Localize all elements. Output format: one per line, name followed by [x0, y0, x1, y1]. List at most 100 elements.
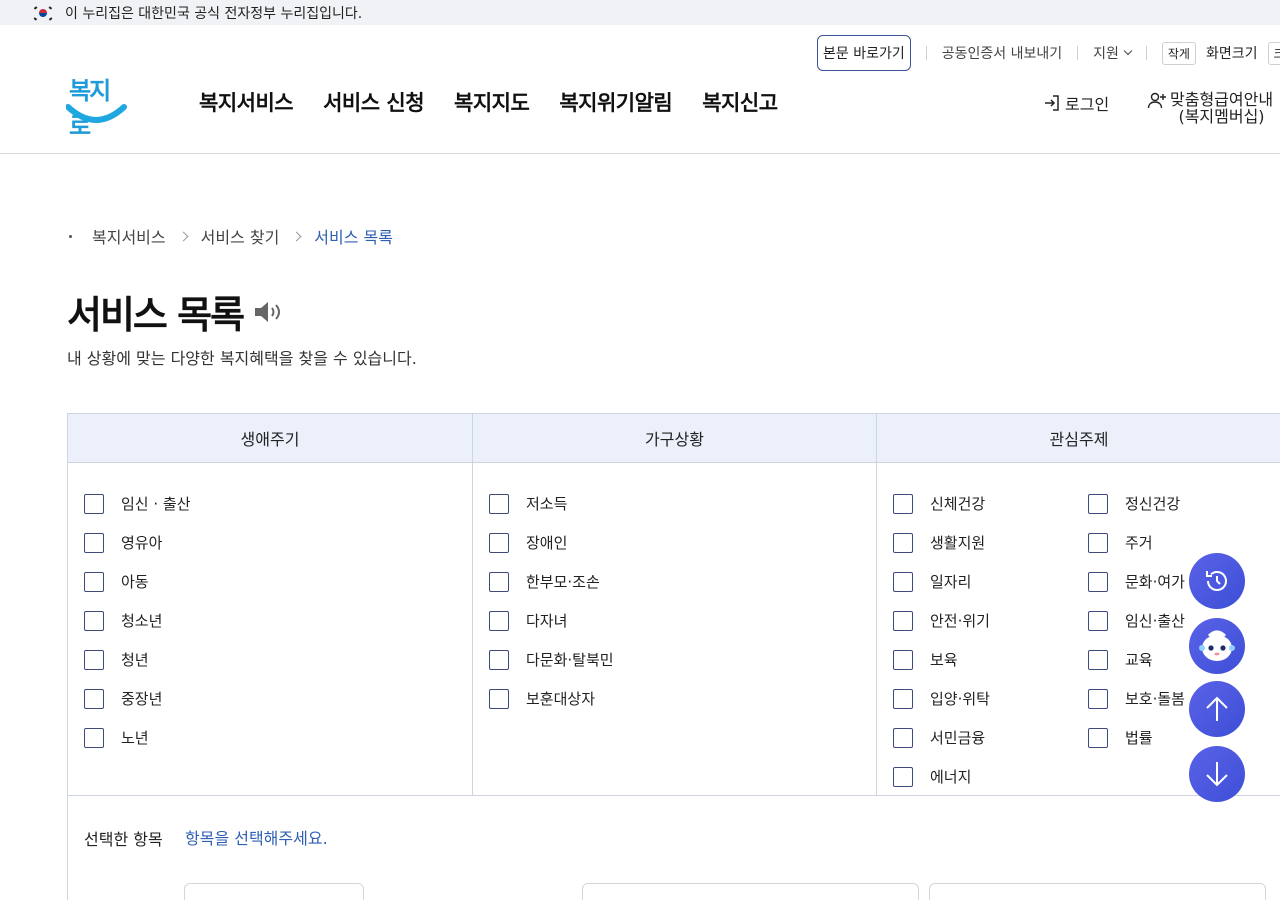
select-box[interactable]: [582, 883, 919, 900]
font-large-button[interactable]: 크게: [1267, 41, 1280, 65]
option-label: 정신건강: [1125, 495, 1181, 513]
filter-option[interactable]: 다자녀: [489, 610, 567, 631]
checkbox[interactable]: [893, 688, 913, 709]
membership-link[interactable]: 맞춤형급여안내 (복지멤버십): [1147, 91, 1273, 125]
option-label: 보호·돌봄: [1125, 690, 1185, 708]
filter-option[interactable]: 입양·위탁: [893, 688, 990, 709]
checkbox[interactable]: [84, 610, 104, 631]
divider: [925, 46, 927, 60]
site-logo[interactable]: 복지로: [66, 73, 128, 140]
recent-history-button[interactable]: [1189, 553, 1245, 609]
checkbox[interactable]: [1088, 649, 1108, 670]
filter-option[interactable]: 정신건강: [1088, 493, 1180, 514]
filter-option[interactable]: 영유아: [84, 532, 162, 553]
checkbox[interactable]: [489, 493, 509, 514]
checkbox[interactable]: [893, 610, 913, 631]
site-header: 본문 바로가기 공동인증서 내보내기 지원 작게 화면크기 크게 복지로 복지서…: [0, 25, 1280, 154]
filter-option[interactable]: 아동: [84, 571, 149, 592]
option-label: 서민금융: [930, 729, 986, 747]
filter-option[interactable]: 저소득: [489, 493, 567, 514]
filter-option[interactable]: 한부모·조손: [489, 571, 600, 592]
nav-welfare-report[interactable]: 복지신고: [702, 87, 778, 117]
option-label: 저소득: [526, 495, 568, 513]
checkbox[interactable]: [84, 493, 104, 514]
filter-option[interactable]: 법률: [1088, 727, 1153, 748]
checkbox[interactable]: [1088, 727, 1108, 748]
option-label: 임신·출산: [1125, 612, 1185, 630]
checkbox[interactable]: [489, 610, 509, 631]
checkbox[interactable]: [84, 532, 104, 553]
checkbox[interactable]: [489, 532, 509, 553]
checkbox[interactable]: [1088, 610, 1108, 631]
filter-option[interactable]: 청소년: [84, 610, 162, 631]
checkbox[interactable]: [893, 532, 913, 553]
filter-option[interactable]: 보훈대상자: [489, 688, 595, 709]
checkbox[interactable]: [1088, 493, 1108, 514]
checkbox[interactable]: [84, 727, 104, 748]
option-label: 노년: [121, 729, 149, 747]
filter-option[interactable]: 보호·돌봄: [1088, 688, 1185, 709]
filter-option[interactable]: 중장년: [84, 688, 162, 709]
filter-option[interactable]: 장애인: [489, 532, 567, 553]
option-label: 안전·위기: [930, 612, 990, 630]
checkbox[interactable]: [1088, 688, 1108, 709]
speaker-icon[interactable]: [253, 299, 283, 325]
select-box[interactable]: [184, 883, 364, 900]
filter-option[interactable]: 생활지원: [893, 532, 985, 553]
option-label: 보훈대상자: [526, 690, 596, 708]
checkbox[interactable]: [1088, 532, 1108, 553]
membership-line2: (복지멤버십): [1178, 107, 1265, 126]
option-label: 장애인: [526, 534, 568, 552]
filter-option[interactable]: 에너지: [893, 766, 971, 787]
checkbox[interactable]: [489, 688, 509, 709]
checkbox[interactable]: [1088, 571, 1108, 592]
checkbox[interactable]: [893, 493, 913, 514]
checkbox[interactable]: [489, 649, 509, 670]
support-menu[interactable]: 지원: [1093, 43, 1133, 63]
nav-welfare-map[interactable]: 복지지도: [454, 87, 530, 117]
checkbox[interactable]: [893, 649, 913, 670]
filter-option[interactable]: 청년: [84, 649, 149, 670]
checkbox[interactable]: [84, 688, 104, 709]
filter-option[interactable]: 임신·출산: [1088, 610, 1185, 631]
option-label: 입양·위탁: [930, 690, 990, 708]
checkbox[interactable]: [893, 571, 913, 592]
filter-option[interactable]: 신체건강: [893, 493, 985, 514]
filter-option[interactable]: 문화·여가: [1088, 571, 1185, 592]
page-title-wrap: 서비스 목록: [67, 284, 283, 339]
filter-option[interactable]: 교육: [1088, 649, 1153, 670]
filter-column-household: 가구상황 저소득 장애인 한부모·조손 다자녀 다문화·탈북민 보훈대상자: [473, 414, 877, 796]
filter-option[interactable]: 안전·위기: [893, 610, 990, 631]
font-small-button[interactable]: 작게: [1161, 41, 1196, 65]
scroll-bottom-button[interactable]: [1189, 746, 1245, 802]
breadcrumb-item[interactable]: 서비스 찾기: [201, 224, 280, 248]
checkbox[interactable]: [489, 571, 509, 592]
nav-crisis-alert[interactable]: 복지위기알림: [559, 87, 672, 117]
option-label: 한부모·조손: [526, 573, 600, 591]
nav-service-apply[interactable]: 서비스 신청: [323, 87, 424, 117]
option-label: 교육: [1125, 651, 1153, 669]
korea-flag-icon: [33, 5, 53, 20]
filter-option[interactable]: 일자리: [893, 571, 971, 592]
filter-option[interactable]: 임신 · 출산: [84, 493, 191, 514]
checkbox[interactable]: [893, 727, 913, 748]
nav-welfare-service[interactable]: 복지서비스: [199, 87, 294, 117]
filter-option[interactable]: 주거: [1088, 532, 1153, 553]
cert-export-link[interactable]: 공동인증서 내보내기: [942, 43, 1062, 63]
filter-option[interactable]: 다문화·탈북민: [489, 649, 614, 670]
option-label: 중장년: [121, 690, 163, 708]
filter-option[interactable]: 서민금융: [893, 727, 985, 748]
skip-to-content-button[interactable]: 본문 바로가기: [817, 35, 911, 71]
filter-option[interactable]: 보육: [893, 649, 958, 670]
checkbox[interactable]: [84, 649, 104, 670]
checkbox[interactable]: [84, 571, 104, 592]
membership-text: 맞춤형급여안내 (복지멤버십): [1170, 91, 1273, 125]
breadcrumb-item[interactable]: 복지서비스: [92, 224, 166, 248]
login-button[interactable]: 로그인: [1043, 91, 1109, 115]
checkbox[interactable]: [893, 766, 913, 787]
option-label: 주거: [1125, 534, 1153, 552]
select-box[interactable]: [929, 883, 1266, 900]
filter-option[interactable]: 노년: [84, 727, 149, 748]
scroll-top-button[interactable]: [1189, 681, 1245, 737]
chatbot-button[interactable]: [1189, 618, 1245, 674]
